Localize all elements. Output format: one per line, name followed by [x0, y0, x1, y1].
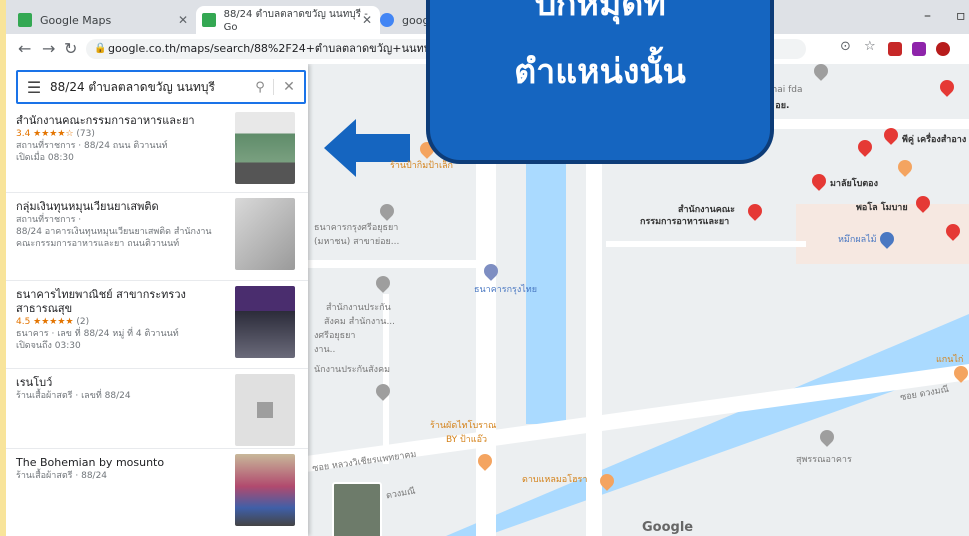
map-label: สำนักงานประกัน [326, 303, 391, 313]
result-rating: 4.5 ★★★★★ (2) [16, 317, 90, 327]
minimize-icon[interactable]: – [924, 8, 931, 24]
back-icon[interactable]: ← [18, 39, 31, 58]
callout-banner: ปักหมุดที่ ตำแหน่งนั้น [426, 0, 774, 164]
result-item[interactable]: The Bohemian by mosunto ร้านเสื้อผ้าสตรี… [6, 450, 308, 536]
result-name[interactable]: ธนาคารไทยพาณิชย์ สาขากระทรวง [16, 288, 231, 302]
result-desc: ธนาคาร · เลข ที่ 88/24 หมู่ ที่ 4 ติวานน… [16, 329, 179, 339]
search-box[interactable]: ☰ 88/24 ตำบลตลาดขวัญ นนทบุรี ⚲ ✕ [16, 70, 306, 104]
tab-google-maps[interactable]: Google Maps ✕ [18, 6, 196, 34]
pdf-extension-icon[interactable] [888, 42, 902, 56]
callout-line-1: ปักหมุดที่ [534, 0, 666, 24]
result-desc: 88/24 อาคารเงินทุนหมุนเวียนยาเสพติด สำนั… [16, 227, 212, 237]
result-desc: สถานที่ราชการ · 88/24 ถนน ติวานนท์ [16, 141, 168, 151]
result-item[interactable]: เรนโบว์ ร้านเสื้อผ้าสตรี · เลขที่ 88/24 [6, 370, 308, 449]
satellite-layer-toggle[interactable] [332, 482, 382, 536]
result-photo[interactable] [235, 112, 295, 184]
result-item[interactable]: ธนาคารไทยพาณิชย์ สาขากระทรวง สาธารณสุข 4… [6, 282, 308, 369]
map-label: ร้านผัดไทโบราณ [430, 421, 497, 431]
map-label: หมึกผลไม้ [838, 235, 877, 245]
map-label: ร้านป้ากิมป้าเล็ก [390, 161, 453, 171]
map-label: มาลัยโบตอง [830, 179, 878, 189]
result-rating: 3.4 ★★★★☆ (73) [16, 129, 95, 139]
result-photo[interactable] [235, 198, 295, 270]
result-item[interactable]: กลุ่มเงินทุนหมุนเวียนยาเสพติด สถานที่ราช… [6, 194, 308, 281]
result-hours: เปิดจนถึง 03:30 [16, 341, 81, 351]
map-label: งาน.. [314, 345, 336, 355]
map-label: ธนาคารกรุงไทย [474, 285, 538, 295]
search-icon[interactable]: ⚲ [247, 80, 273, 95]
location-icon[interactable]: ⊙ [840, 39, 851, 54]
map-label: สังคม สำนักงาน... [324, 317, 396, 327]
close-icon[interactable]: ✕ [273, 79, 304, 95]
google-logo: Google [642, 520, 694, 535]
map-label: (มหาชน) สาขาย่อย... [314, 237, 400, 247]
map-label: สุพรรณอาคาร [796, 455, 852, 465]
tab-search-result[interactable]: 88/24 ตำบลตลาดขวัญ นนทบุรี - Go ✕ [196, 6, 380, 34]
search-input[interactable]: 88/24 ตำบลตลาดขวัญ นนทบุรี [50, 78, 247, 97]
map-label: งศรีอยุธยา [314, 331, 356, 341]
map-label: พอโล โมบาย [856, 203, 908, 213]
menu-icon[interactable]: ☰ [18, 78, 50, 97]
google-favicon-icon [380, 13, 394, 27]
result-desc: คณะกรรมการอาหารและยา ถนนติวานนท์ [16, 239, 180, 249]
maps-favicon-icon [18, 13, 32, 27]
result-name[interactable]: The Bohemian by mosunto [16, 456, 231, 470]
result-desc: สถานที่ราชการ · [16, 215, 82, 225]
map-label: พีคู่ เครื่องสำอาง [902, 135, 967, 145]
close-tab-icon[interactable]: ✕ [178, 13, 188, 27]
map-label: BY ป้าแอ๊ว [446, 435, 488, 445]
result-name-cont: สาธารณสุข [16, 302, 73, 315]
results-panel: ☰ 88/24 ตำบลตลาดขวัญ นนทบุรี ⚲ ✕ สำนักงา… [6, 64, 308, 536]
extension-icon[interactable] [936, 42, 950, 56]
result-desc: ร้านเสื้อผ้าสตรี · 88/24 [16, 471, 108, 481]
result-name[interactable]: เรนโบว์ [16, 376, 231, 390]
map-label: ธนาคารกรุงศรีอยุธยา [314, 223, 399, 233]
result-name[interactable]: สำนักงานคณะกรรมการอาหารและยา [16, 114, 231, 128]
result-photo[interactable] [235, 454, 295, 526]
callout-line-2: ตำแหน่งนั้น [514, 52, 686, 92]
lock-icon: 🔒 [94, 43, 107, 54]
tab-label: 88/24 ตำบลตลาดขวัญ นนทบุรี - Go [223, 9, 368, 33]
result-item[interactable]: สำนักงานคณะกรรมการอาหารและยา 3.4 ★★★★☆ (… [6, 108, 308, 193]
result-photo[interactable] [235, 286, 295, 358]
reload-icon[interactable]: ↻ [64, 39, 77, 58]
result-placeholder-photo[interactable] [235, 374, 295, 446]
maximize-icon[interactable]: ▫ [956, 8, 966, 24]
forward-icon[interactable]: → [42, 39, 55, 58]
tab-label: Google Maps [40, 13, 112, 27]
result-name[interactable]: กลุ่มเงินทุนหมุนเวียนยาเสพติด [16, 200, 231, 214]
map-label: ดาบแหลมอโฮรา [522, 475, 588, 485]
map-label: แกนไก่ [936, 355, 964, 365]
bookmark-star-icon[interactable]: ☆ [864, 39, 876, 54]
map-label: นักงานประกันสังคม [314, 365, 391, 375]
result-desc: ร้านเสื้อผ้าสตรี · เลขที่ 88/24 [16, 391, 131, 401]
extension-icon[interactable] [912, 42, 926, 56]
result-hours: เปิดเมื่อ 08:30 [16, 153, 74, 163]
building-icon [257, 402, 273, 418]
close-tab-icon[interactable]: ✕ [362, 13, 372, 27]
maps-favicon-icon [202, 13, 216, 27]
map-label: กรรมการอาหารและยา [640, 217, 730, 227]
